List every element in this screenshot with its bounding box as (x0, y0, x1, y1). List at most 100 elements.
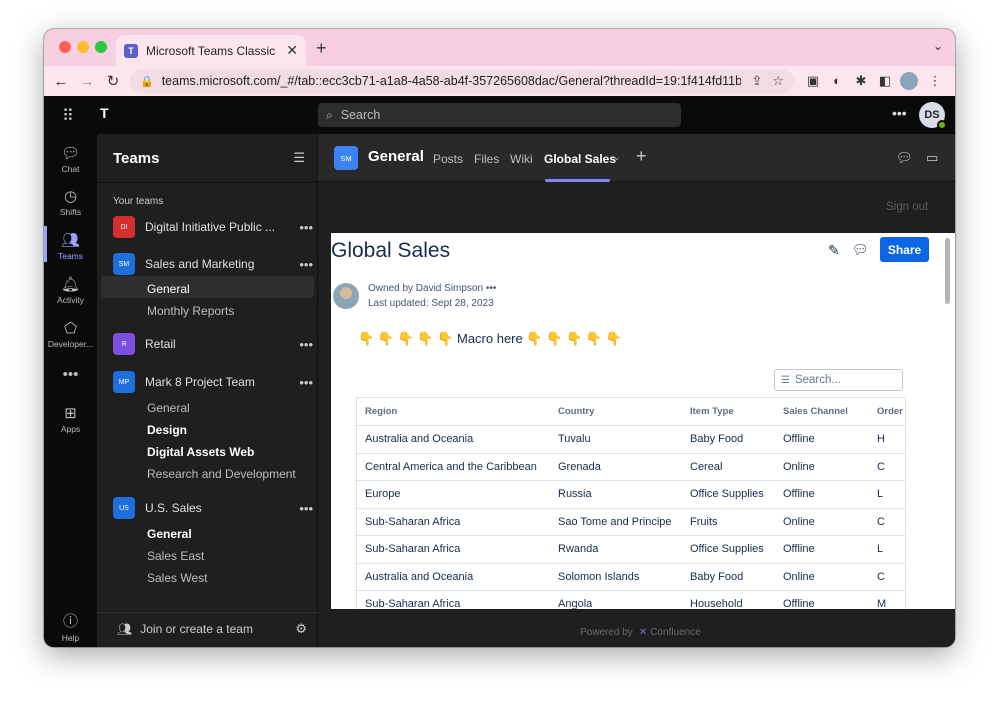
extensions-puzzle-icon[interactable]: ✱ (852, 72, 870, 90)
table-row: Central America and the Caribbean Grenad… (357, 454, 905, 481)
tab-files[interactable]: Files (474, 152, 499, 166)
channel-research-development[interactable]: Research and Development (147, 467, 296, 481)
team-item-retail[interactable]: R Retail ••• (113, 332, 313, 356)
team-more-icon[interactable]: ••• (299, 220, 313, 235)
channel-sales-west[interactable]: Sales West (147, 571, 207, 585)
column-header[interactable]: Order (877, 398, 903, 425)
browser-tab[interactable]: T Microsoft Teams Classic ✕ (116, 35, 306, 66)
comment-icon[interactable]: 💬︎ (852, 242, 869, 258)
share-button[interactable]: Share (880, 237, 929, 262)
table-search-input[interactable]: ☰ Search... (774, 369, 903, 391)
search-input[interactable]: ⌕ Search (318, 103, 681, 127)
teams-logo-icon: T (100, 105, 109, 121)
rail-item-shifts[interactable]: ◷ Shifts (44, 187, 97, 217)
table-cell: Australia and Oceania (365, 433, 474, 445)
tab-wiki[interactable]: Wiki (510, 152, 533, 166)
column-header[interactable]: Sales Channel (783, 398, 848, 425)
table-cell: Sub-Saharan Africa (365, 543, 461, 555)
site-info-icon[interactable]: 🔒 (140, 75, 154, 88)
back-arrow-icon[interactable]: ← (48, 73, 74, 90)
meet-video-icon[interactable]: ▭ (926, 150, 938, 166)
user-avatar[interactable]: DS (919, 102, 947, 130)
rail-item-developer[interactable]: ⬠ Developer... (44, 319, 97, 349)
team-badge: DI (113, 216, 135, 238)
channel-general-selected[interactable]: General (147, 282, 190, 296)
extension-icon-1[interactable]: ▣ (804, 72, 822, 90)
rail-item-apps[interactable]: ⊞ Apps (44, 404, 97, 434)
minimize-window-button[interactable] (77, 41, 89, 53)
table-row: Australia and Oceania Tuvalu Baby Food O… (357, 426, 905, 454)
rail-label: Teams (57, 251, 84, 261)
powered-by-text: Powered by (580, 627, 633, 638)
extension-icon-2[interactable]: ◐ (828, 72, 846, 90)
page-scrollbar[interactable] (945, 238, 950, 304)
rail-item-activity[interactable]: 🔔︎ Activity (44, 275, 97, 305)
team-badge: US (113, 497, 135, 519)
table-cell: Office Supplies (690, 543, 764, 555)
more-options-icon[interactable]: ••• (892, 105, 907, 121)
owner-text: Owned by David Simpson (368, 283, 484, 294)
new-tab-button[interactable]: + (316, 38, 327, 59)
team-item-digital-initiative[interactable]: DI Digital Initiative Public ... ••• (113, 215, 313, 239)
team-more-icon[interactable]: ••• (299, 501, 313, 516)
close-tab-icon[interactable]: ✕ (286, 42, 298, 59)
add-tab-button[interactable]: + (636, 146, 647, 167)
browser-tab-title: Microsoft Teams Classic (146, 43, 276, 58)
edit-pencil-icon[interactable]: ✎ (828, 242, 840, 259)
team-more-icon[interactable]: ••• (299, 337, 313, 352)
team-more-icon[interactable]: ••• (299, 257, 313, 272)
chat-icon: 💬︎ (60, 145, 81, 162)
address-url: teams.microsoft.com/_#/tab::ecc3cb71-a1a… (161, 74, 742, 88)
tab-posts[interactable]: Posts (433, 152, 463, 166)
more-options-icon[interactable]: ••• (486, 283, 497, 294)
browser-menu-icon[interactable]: ⋮ (926, 72, 944, 90)
rail-item-chat[interactable]: 💬︎ Chat (44, 144, 97, 174)
table-search-placeholder: Search... (794, 374, 841, 386)
app-launcher-icon[interactable]: ⠿ (62, 106, 75, 126)
conversation-icon[interactable]: 💬︎ (896, 150, 913, 166)
team-item-mark8[interactable]: MP Mark 8 Project Team ••• (113, 370, 313, 394)
sign-out-link[interactable]: Sign out (886, 201, 928, 213)
gear-icon[interactable]: ⚙ (295, 621, 307, 637)
maximize-window-button[interactable] (95, 41, 107, 53)
join-create-team-button[interactable]: 👥︎ Join or create a team ⚙ (117, 621, 307, 637)
column-header[interactable]: Item Type (690, 398, 734, 425)
channel-general[interactable]: General (147, 527, 192, 541)
share-page-icon[interactable]: ⇪ (751, 73, 762, 89)
table-cell: Online (783, 515, 815, 528)
join-label: Join or create a team (140, 622, 253, 636)
filter-icon[interactable]: ☰ (293, 150, 305, 166)
channel-design[interactable]: Design (147, 423, 187, 437)
rail-item-help[interactable]: ⓘ Help (44, 610, 97, 643)
chevron-down-icon[interactable]: ⌄ (613, 152, 621, 163)
more-horizontal-icon: ••• (62, 366, 79, 383)
rail-label: Chat (61, 164, 80, 174)
team-more-icon[interactable]: ••• (299, 375, 313, 390)
table-cell: C (877, 570, 885, 583)
close-window-button[interactable] (59, 41, 71, 53)
column-header[interactable]: Region (365, 398, 397, 425)
column-header[interactable]: Country (558, 398, 594, 425)
tab-global-sales[interactable]: Global Sales (544, 152, 616, 166)
tab-search-chevron-icon[interactable]: ⌄ (933, 39, 943, 53)
channel-digital-assets-web[interactable]: Digital Assets Web (147, 445, 254, 459)
channel-monthly-reports[interactable]: Monthly Reports (147, 304, 234, 318)
table-cell: Russia (558, 488, 592, 500)
table-cell: Baby Food (690, 433, 744, 445)
side-panel-icon[interactable]: ◧ (876, 72, 894, 90)
team-item-us-sales[interactable]: US U.S. Sales ••• (113, 496, 313, 520)
bookmark-star-icon[interactable]: ☆ (772, 73, 784, 89)
channel-general[interactable]: General (147, 401, 190, 415)
team-name: Mark 8 Project Team (145, 375, 255, 389)
reload-icon[interactable]: ↻ (100, 72, 126, 90)
table-cell: Online (783, 460, 815, 473)
team-badge: MP (113, 371, 135, 393)
rail-item-teams[interactable]: 👥︎ Teams (44, 231, 97, 261)
rail-more-apps[interactable]: ••• (44, 366, 97, 385)
forward-arrow-icon[interactable]: → (74, 73, 100, 90)
profile-avatar-icon[interactable] (900, 72, 918, 90)
channel-sales-east[interactable]: Sales East (147, 549, 204, 563)
address-bar[interactable]: 🔒 teams.microsoft.com/_#/tab::ecc3cb71-a… (130, 69, 794, 93)
owner-avatar[interactable] (333, 283, 359, 309)
team-item-sales-marketing[interactable]: SM Sales and Marketing ••• (113, 252, 313, 276)
